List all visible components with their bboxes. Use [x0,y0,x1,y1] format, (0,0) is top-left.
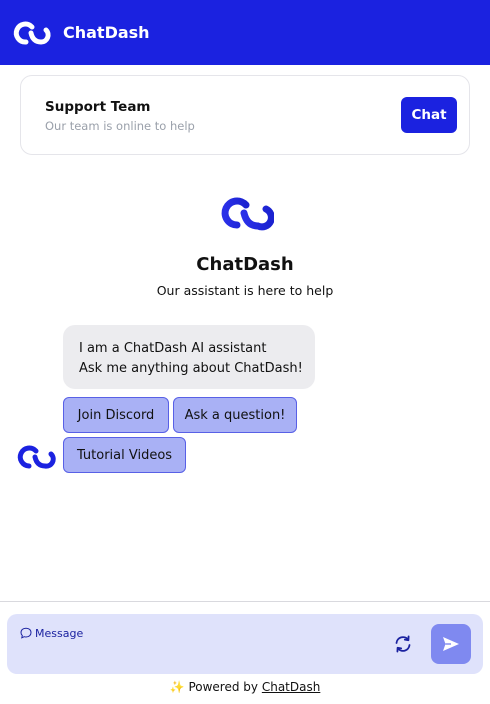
app-title: ChatDash [63,23,150,42]
hero-title: ChatDash [196,254,294,275]
refresh-icon[interactable] [393,634,413,654]
sparkle-icon: ✨ [169,680,185,694]
support-team-card: Support Team Our team is online to help … [20,75,470,155]
support-team-name: Support Team [45,99,151,115]
quick-reply-ask-question[interactable]: Ask a question! [173,397,297,433]
chatdash-logo-icon [221,197,274,231]
powered-by-text: Powered by [188,680,258,694]
bot-avatar-icon [17,445,56,469]
chat-button[interactable]: Chat [401,97,457,133]
chatdash-logo-icon [13,21,51,44]
send-button[interactable] [431,624,471,664]
bot-message-line: I am a ChatDash AI assistant [79,341,267,356]
hero-subtitle: Our assistant is here to help [156,283,334,298]
chatdash-link[interactable]: ChatDash [262,680,321,694]
support-team-status: Our team is online to help [45,119,195,133]
app-header: ChatDash [0,0,490,65]
message-input[interactable] [35,624,375,642]
message-composer [7,614,483,674]
composer-divider [0,601,490,602]
message-bubble-icon [20,627,32,639]
quick-reply-join-discord[interactable]: Join Discord [63,397,169,433]
powered-by-footer: ✨ Powered by ChatDash [0,680,490,694]
bot-message-bubble: I am a ChatDash AI assistant Ask me anyt… [63,325,315,389]
bot-message-line: Ask me anything about ChatDash! [79,361,303,376]
send-icon [443,637,459,651]
quick-reply-tutorial-videos[interactable]: Tutorial Videos [63,437,186,473]
